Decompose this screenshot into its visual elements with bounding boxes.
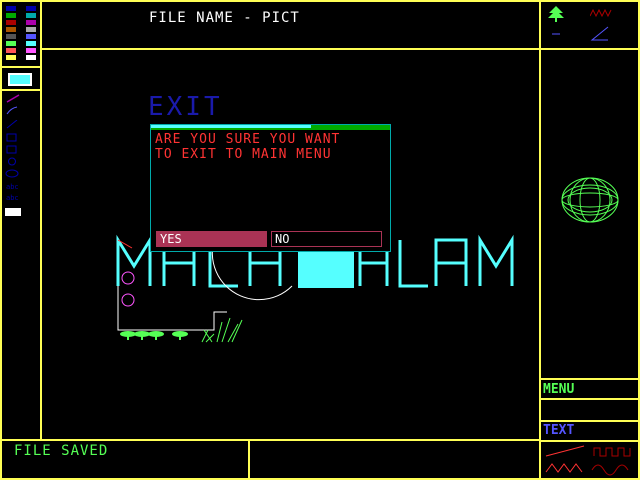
svg-text:abc: abc bbox=[6, 183, 19, 190]
text-button[interactable]: TEXT bbox=[543, 423, 574, 438]
palette-swatch[interactable] bbox=[6, 6, 16, 11]
pencil-icon[interactable] bbox=[5, 94, 21, 103]
palette-swatch[interactable] bbox=[6, 13, 16, 18]
dialog-message-line2: TO EXIT TO MAIN MENU bbox=[155, 147, 332, 162]
rectangle-filled-icon[interactable] bbox=[5, 145, 21, 154]
zigzag-icon[interactable] bbox=[590, 8, 612, 18]
angle-icon[interactable] bbox=[590, 26, 610, 42]
palette-swatch[interactable] bbox=[26, 27, 36, 32]
palette-swatch[interactable] bbox=[26, 48, 36, 53]
svg-text:abc: abc bbox=[6, 194, 19, 201]
tree-icon[interactable] bbox=[546, 5, 566, 23]
palette-swatch[interactable] bbox=[26, 13, 36, 18]
palette-swatch[interactable] bbox=[26, 41, 36, 46]
pattern-icon[interactable] bbox=[544, 444, 636, 476]
palette-swatch[interactable] bbox=[6, 20, 16, 25]
color-palette[interactable] bbox=[4, 4, 38, 64]
canvas-filled-block bbox=[298, 250, 354, 288]
line-icon[interactable] bbox=[5, 120, 21, 129]
dialog-message-line1: ARE YOU SURE YOU WANT bbox=[155, 132, 341, 147]
current-color-swatch bbox=[8, 73, 32, 86]
palette-swatch[interactable] bbox=[26, 55, 36, 60]
spray-icon[interactable]: abc bbox=[5, 181, 21, 190]
rectangle-icon[interactable] bbox=[5, 133, 21, 142]
palette-swatch[interactable] bbox=[26, 6, 36, 11]
palette-swatch[interactable] bbox=[26, 20, 36, 25]
file-name-title: FILE NAME - PICT bbox=[149, 10, 300, 26]
palette-swatch[interactable] bbox=[6, 48, 16, 53]
menu-button[interactable]: MENU bbox=[543, 382, 574, 397]
palette-swatch[interactable] bbox=[6, 55, 16, 60]
palette-swatch[interactable] bbox=[26, 34, 36, 39]
eraser-icon[interactable] bbox=[5, 208, 21, 216]
yes-button[interactable]: YES bbox=[156, 231, 267, 247]
dialog-title: EXIT bbox=[148, 92, 223, 122]
exit-dialog: ARE YOU SURE YOU WANT TO EXIT TO MAIN ME… bbox=[150, 124, 391, 252]
dash-icon[interactable] bbox=[550, 30, 562, 38]
status-message: FILE SAVED bbox=[14, 443, 109, 459]
palette-swatch[interactable] bbox=[6, 41, 16, 46]
palette-swatch[interactable] bbox=[6, 34, 16, 39]
fill-icon[interactable]: abc bbox=[5, 192, 21, 201]
ellipse-icon[interactable] bbox=[5, 169, 21, 178]
tool-panel: abc abc bbox=[0, 92, 40, 222]
circle-icon[interactable] bbox=[5, 157, 21, 166]
brush-icon[interactable] bbox=[5, 106, 21, 115]
no-button[interactable]: NO bbox=[271, 231, 382, 247]
palette-swatch[interactable] bbox=[6, 27, 16, 32]
dialog-progress-fill bbox=[151, 125, 311, 128]
globe-icon bbox=[561, 177, 619, 223]
